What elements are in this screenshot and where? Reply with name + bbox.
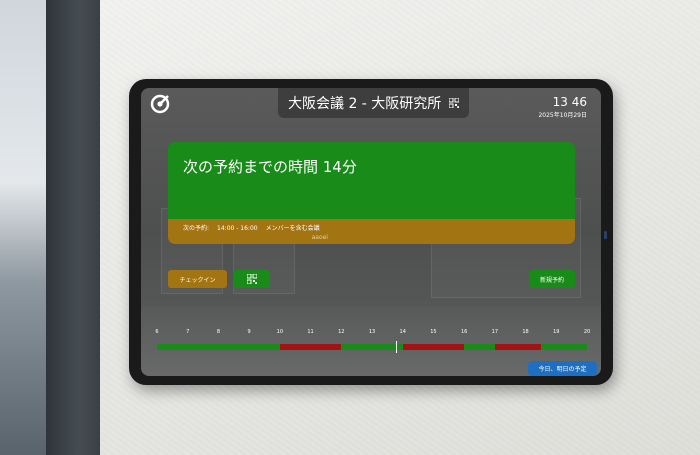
timeline-hour-label: 17 — [491, 329, 499, 335]
next-booking-meeting: メンバーを含む会議 aaoei — [265, 223, 328, 241]
clock-date: 2025年10月29日 — [538, 112, 587, 119]
app-logo-icon — [150, 94, 170, 114]
next-booking-card: 次の予約までの時間 14分 次の予約: 14:00 - 16:00 メンバーを含… — [168, 142, 575, 244]
timeline-hour-label: 18 — [522, 329, 529, 335]
tablet-side-indicator — [604, 231, 607, 239]
room-title-bar: 大阪会議 2 - 大阪研究所 — [278, 88, 470, 118]
timeline-hour-label: 19 — [553, 329, 560, 335]
window-frame — [0, 0, 100, 455]
timeline-hour-label: 9 — [247, 329, 251, 335]
tablet-device: 大阪会議 2 - 大阪研究所 13 46 2025年10月29日 次の予約までの… — [129, 79, 613, 385]
timeline-hour-label: 16 — [460, 329, 468, 335]
countdown-text: 次の予約までの時間 14分 — [183, 158, 357, 176]
timeline-hour-label: 6 — [155, 329, 159, 335]
meeting-organizer: aaoei — [311, 234, 328, 241]
timeline-busy-segment[interactable] — [279, 344, 342, 350]
timeline-current-time-marker — [395, 341, 397, 353]
timeline-hour-labels: 6 7 8 9 10 11 12 13 14 15 16 17 18 19 20 — [155, 329, 591, 337]
window-glass — [0, 0, 46, 455]
timeline-busy-segment[interactable] — [402, 344, 465, 350]
timeline-hour-label: 10 — [276, 329, 284, 335]
next-booking-countdown: 次の予約までの時間 14分 — [168, 142, 575, 219]
qr-code-icon — [246, 274, 257, 284]
window-mullion — [46, 0, 100, 455]
next-booking-time: 14:00 - 16:00 — [217, 225, 258, 232]
qr-code-icon[interactable] — [449, 98, 460, 108]
timeline-hour-label: 13 — [368, 329, 376, 335]
room-title: 大阪会議 2 - 大阪研究所 — [288, 96, 442, 112]
new-booking-button[interactable]: 新規予約 — [529, 270, 575, 288]
clock-time: 13 46 — [552, 95, 587, 109]
timeline-hour-label: 8 — [216, 329, 221, 335]
qr-checkin-button[interactable] — [233, 270, 270, 288]
checkin-button[interactable]: チェックイン — [168, 270, 227, 288]
next-booking-label: 次の予約: — [183, 225, 210, 232]
meeting-name: メンバーを含む会議 — [265, 225, 320, 232]
timeline-hour-label: 14 — [399, 329, 406, 335]
timeline-hour-label: 12 — [338, 329, 345, 335]
timeline-busy-segment[interactable] — [494, 344, 541, 350]
day-timeline[interactable] — [157, 341, 587, 353]
timeline-hour-label: 7 — [186, 329, 190, 335]
timeline-hour-label: 20 — [583, 329, 591, 335]
room-display-screen: 大阪会議 2 - 大阪研究所 13 46 2025年10月29日 次の予約までの… — [141, 88, 601, 376]
timeline-hour-label: 15 — [430, 329, 437, 335]
schedule-button[interactable]: 今日、明日の予定 — [528, 361, 597, 376]
timeline-hour-label: 11 — [307, 329, 314, 335]
next-booking-details: 次の予約: 14:00 - 16:00 メンバーを含む会議 aaoei — [168, 219, 575, 244]
